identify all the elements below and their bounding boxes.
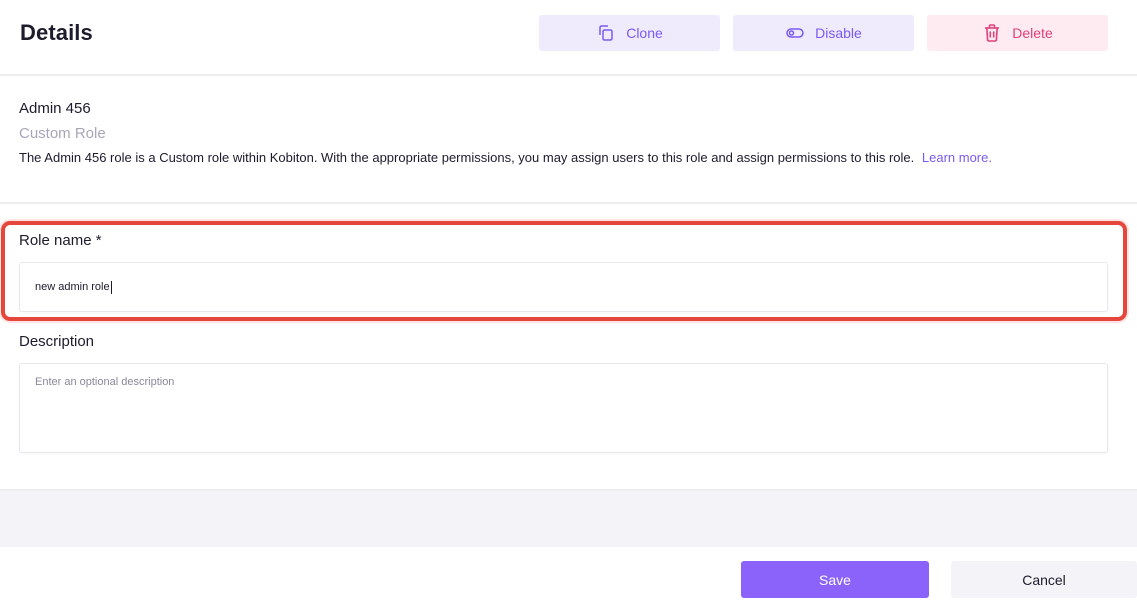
save-button[interactable]: Save — [741, 561, 929, 598]
role-description-text: The Admin 456 role is a Custom role with… — [19, 150, 915, 165]
clone-button[interactable]: Clone — [539, 15, 720, 51]
description-placeholder: Enter an optional description — [35, 376, 175, 388]
delete-button[interactable]: Delete — [927, 15, 1108, 51]
role-info-section: Admin 456 Custom Role The Admin 456 role… — [0, 78, 1137, 204]
toggle-icon — [785, 23, 805, 43]
learn-more-link[interactable]: Learn more. — [922, 150, 992, 165]
description-label: Description — [19, 333, 95, 350]
role-type: Custom Role — [19, 125, 106, 142]
page-title: Details — [20, 20, 93, 45]
trash-icon — [982, 23, 1002, 43]
disable-button[interactable]: Disable — [733, 15, 914, 51]
role-name-label: Role name * — [19, 232, 102, 249]
cancel-button[interactable]: Cancel — [951, 561, 1137, 598]
role-title: Admin 456 — [19, 100, 91, 117]
role-description: The Admin 456 role is a Custom role with… — [19, 150, 992, 165]
footer-actions: Save Cancel — [0, 547, 1137, 606]
description-input[interactable]: Enter an optional description — [19, 363, 1108, 453]
clone-button-label: Clone — [626, 25, 663, 41]
details-header: Details Clone Disable Delete — [0, 0, 1137, 76]
section-divider-band — [0, 489, 1137, 547]
disable-button-label: Disable — [815, 25, 862, 41]
delete-button-label: Delete — [1012, 25, 1053, 41]
role-name-input[interactable]: new admin role — [19, 262, 1108, 312]
copy-icon — [596, 23, 616, 43]
role-name-value: new admin role — [35, 281, 110, 293]
text-caret — [110, 280, 112, 294]
